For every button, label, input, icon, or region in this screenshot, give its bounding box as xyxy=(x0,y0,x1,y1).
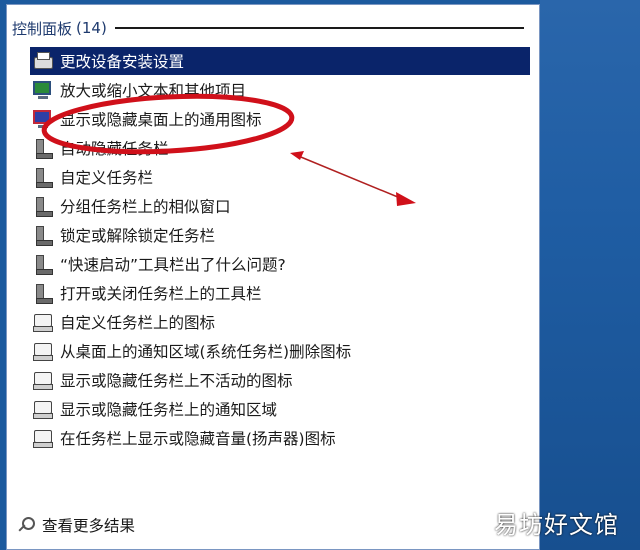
result-label: 显示或隐藏任务栏上不活动的图标 xyxy=(60,372,293,390)
desktop-background xyxy=(540,0,640,550)
taskbar-icon xyxy=(32,282,54,304)
result-label: “快速启动”工具栏出了什么问题? xyxy=(60,256,286,274)
see-more-results-link[interactable]: 查看更多结果 xyxy=(16,514,135,536)
result-item-group-windows[interactable]: 分组任务栏上的相似窗口 xyxy=(30,192,530,220)
result-label: 放大或缩小文本和其他项目 xyxy=(60,82,247,100)
result-item-inactive-icons[interactable]: 显示或隐藏任务栏上不活动的图标 xyxy=(30,366,530,394)
notification-area-icon xyxy=(32,311,54,333)
result-item-notification-area[interactable]: 显示或隐藏任务栏上的通知区域 xyxy=(30,395,530,423)
result-label: 更改设备安装设置 xyxy=(60,53,185,71)
result-item-toggle-toolbars[interactable]: 打开或关闭任务栏上的工具栏 xyxy=(30,279,530,307)
taskbar-icon xyxy=(32,224,54,246)
result-label: 自定义任务栏上的图标 xyxy=(60,314,216,332)
see-more-results-label: 查看更多结果 xyxy=(42,517,136,535)
taskbar-icon xyxy=(32,166,54,188)
desktop-icon xyxy=(32,108,54,130)
result-label: 打开或关闭任务栏上的工具栏 xyxy=(60,285,262,303)
search-icon xyxy=(16,515,36,535)
result-item-desktop-icons[interactable]: 显示或隐藏桌面上的通用图标 xyxy=(30,105,530,133)
results-list: 更改设备安装设置 放大或缩小文本和其他项目 显示或隐藏桌面上的通用图标 自动隐藏… xyxy=(30,47,530,453)
taskbar-icon xyxy=(32,137,54,159)
printer-icon xyxy=(32,50,54,72)
section-title: 控制面板 xyxy=(12,19,73,38)
result-label: 从桌面上的通知区域(系统任务栏)删除图标 xyxy=(60,343,352,361)
header-divider xyxy=(114,27,524,29)
result-label: 自动隐藏任务栏 xyxy=(60,140,169,158)
section-header: 控制面板 (14) xyxy=(12,18,524,38)
result-label: 分组任务栏上的相似窗口 xyxy=(60,198,231,216)
result-label: 在任务栏上显示或隐藏音量(扬声器)图标 xyxy=(60,430,336,448)
taskbar-icon xyxy=(32,195,54,217)
result-item-change-device-installation[interactable]: 更改设备安装设置 xyxy=(30,47,530,75)
notification-area-icon xyxy=(32,340,54,362)
notification-area-icon xyxy=(32,398,54,420)
result-item-customize-taskbar[interactable]: 自定义任务栏 xyxy=(30,163,530,191)
monitor-icon xyxy=(32,79,54,101)
result-item-auto-hide-taskbar[interactable]: 自动隐藏任务栏 xyxy=(30,134,530,162)
result-label: 锁定或解除锁定任务栏 xyxy=(60,227,216,245)
result-item-lock-taskbar[interactable]: 锁定或解除锁定任务栏 xyxy=(30,221,530,249)
result-item-quick-launch[interactable]: “快速启动”工具栏出了什么问题? xyxy=(30,250,530,278)
notification-area-icon xyxy=(32,369,54,391)
result-item-customize-taskbar-icons[interactable]: 自定义任务栏上的图标 xyxy=(30,308,530,336)
result-item-volume-icon[interactable]: 在任务栏上显示或隐藏音量(扬声器)图标 xyxy=(30,424,530,452)
result-count: (14) xyxy=(76,19,107,37)
taskbar-icon xyxy=(32,253,54,275)
result-item-zoom-text[interactable]: 放大或缩小文本和其他项目 xyxy=(30,76,530,104)
result-item-remove-tray-icons[interactable]: 从桌面上的通知区域(系统任务栏)删除图标 xyxy=(30,337,530,365)
watermark: 易坊好文馆 xyxy=(494,511,619,539)
result-label: 显示或隐藏桌面上的通用图标 xyxy=(60,111,262,129)
result-label: 显示或隐藏任务栏上的通知区域 xyxy=(60,401,278,419)
result-label: 自定义任务栏 xyxy=(60,169,154,187)
notification-area-icon xyxy=(32,427,54,449)
